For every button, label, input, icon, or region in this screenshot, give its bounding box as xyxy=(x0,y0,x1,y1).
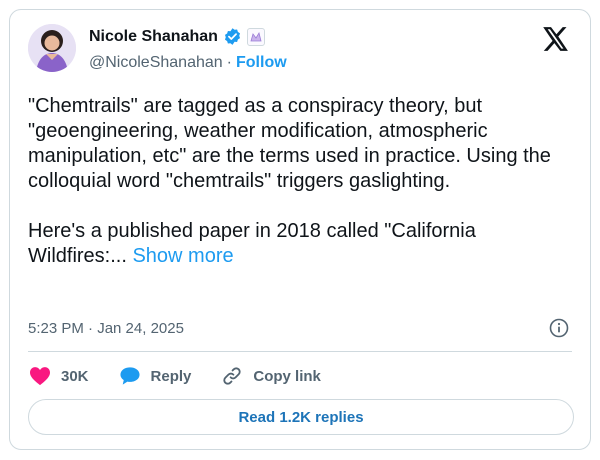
timestamp[interactable]: 5:23 PM · Jan 24, 2025 xyxy=(28,320,184,337)
verified-badge-icon xyxy=(224,28,240,45)
heart-icon xyxy=(30,367,50,386)
action-bar: 30K Reply Copy link xyxy=(29,364,351,388)
follow-button[interactable]: Follow xyxy=(236,54,287,72)
name-row: Nicole Shanahan xyxy=(89,27,265,46)
handle-row: @NicoleShanahan · Follow xyxy=(89,54,287,72)
like-count: 30K xyxy=(61,367,89,385)
avatar-image xyxy=(28,24,76,72)
copy-link-label: Copy link xyxy=(253,367,321,385)
reply-button[interactable]: Reply xyxy=(119,366,192,386)
reply-bubble-icon xyxy=(119,367,140,385)
info-icon[interactable] xyxy=(549,318,569,338)
handle[interactable]: @NicoleShanahan xyxy=(89,54,223,72)
link-icon xyxy=(223,367,242,385)
separator: · xyxy=(226,54,232,71)
tweet-card: Nicole Shanahan @NicoleShanahan · Follow… xyxy=(9,9,591,450)
divider xyxy=(28,351,572,352)
reply-label: Reply xyxy=(150,367,192,385)
tweet-body: "Chemtrails" are tagged as a conspiracy … xyxy=(28,95,551,267)
read-replies-button[interactable]: Read 1.2K replies xyxy=(28,399,574,435)
tweet-text: "Chemtrails" are tagged as a conspiracy … xyxy=(28,94,576,269)
copy-link-button[interactable]: Copy link xyxy=(221,365,321,387)
like-button[interactable]: 30K xyxy=(29,366,89,386)
affiliate-badge-icon[interactable] xyxy=(246,27,265,46)
display-name[interactable]: Nicole Shanahan xyxy=(89,28,218,46)
x-logo-icon[interactable] xyxy=(543,27,569,51)
avatar[interactable] xyxy=(28,24,76,72)
show-more-link[interactable]: Show more xyxy=(132,245,233,267)
